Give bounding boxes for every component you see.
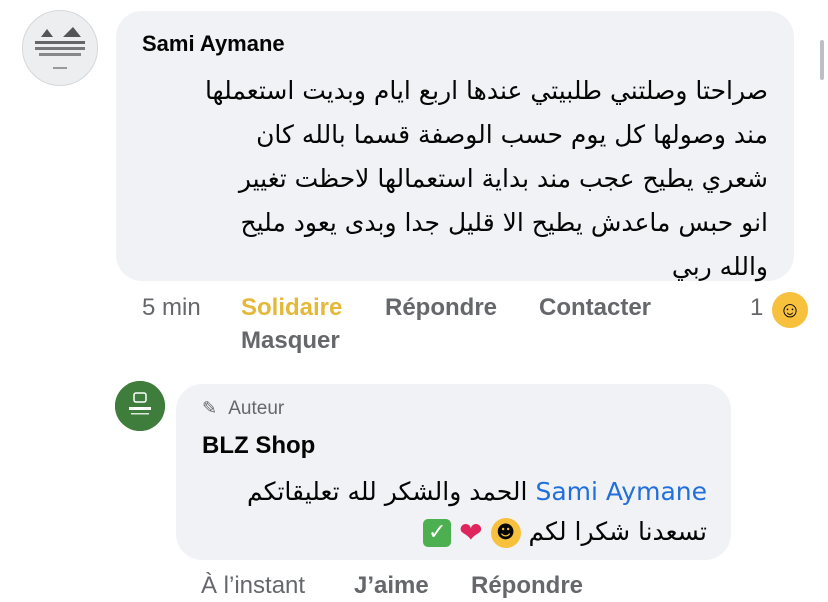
reply-button[interactable]: Répondre <box>385 294 497 322</box>
reply-text: Sami Aymane الحمد والشكر لله تعليقاتكم ت… <box>197 472 707 553</box>
pencil-icon: ✎ <box>202 398 218 418</box>
page-avatar[interactable] <box>115 381 165 431</box>
solidaire-reaction-button[interactable]: Solidaire <box>241 294 342 322</box>
contact-button[interactable]: Contacter <box>539 294 651 322</box>
hide-button[interactable]: Masquer <box>241 327 340 355</box>
comment-text-line: انو حبس ماعدش يطيح الا قليل جدا وبدى يعو… <box>240 208 769 237</box>
comment-text-line: والله ربي <box>671 252 768 281</box>
comment-text-line: شعري يطيح عجب مند بداية استعمالها لاحظت … <box>238 164 768 193</box>
reply-author-name[interactable]: BLZ Shop <box>202 432 315 460</box>
reply-text-line1: الحمد والشكر لله تعليقاتكم <box>247 477 528 506</box>
author-badge-label: Auteur <box>228 398 285 419</box>
reply-text-line: تسعدنا شكرا لكم ☻ ❤ ✓ <box>197 512 707 553</box>
reply-actions: À l’instant J’aime Répondre <box>0 570 828 602</box>
red-heart-icon: ❤ <box>459 516 483 549</box>
mention-link[interactable]: Sami Aymane <box>535 477 707 506</box>
hugging-face-icon: ☻ <box>490 518 521 548</box>
comment-author-name[interactable]: Sami Aymane <box>142 31 285 57</box>
reply-text-line2: تسعدنا شكرا لكم <box>528 517 707 546</box>
reaction-count[interactable]: 1 <box>750 294 763 322</box>
reply-text-line: Sami Aymane الحمد والشكر لله تعليقاتكم <box>197 472 707 512</box>
reply-bubble: ✎ Auteur BLZ Shop Sami Aymane الحمد والش… <box>176 384 731 560</box>
reply-timestamp[interactable]: À l’instant <box>201 572 305 600</box>
commenter-avatar[interactable] <box>22 10 98 86</box>
comment-text-line: صراحتا وصلتني طلبيتي عندها اربع ايام وبد… <box>204 76 768 105</box>
comment-text-line: مند وصولها كل يوم حسب الوصفة قسما بالله … <box>256 120 768 149</box>
like-button[interactable]: J’aime <box>354 572 429 600</box>
comment-text: صراحتا وصلتني طلبيتي عندها اربع ايام وبد… <box>128 69 768 289</box>
comment-actions: 5 min Solidaire Répondre Contacter Masqu… <box>0 290 828 362</box>
author-badge: ✎ Auteur <box>202 398 284 420</box>
check-mark-icon: ✓ <box>423 519 452 547</box>
care-emoji-icon[interactable]: ☺ <box>770 290 810 330</box>
commenter-avatar-image <box>23 11 97 85</box>
comment-bubble: Sami Aymane صراحتا وصلتني طلبيتي عندها ا… <box>116 11 794 281</box>
reply-reply-button[interactable]: Répondre <box>471 572 583 600</box>
scrollbar[interactable] <box>820 40 824 80</box>
comment-timestamp[interactable]: 5 min <box>142 294 201 322</box>
blz-shop-logo-icon <box>115 381 165 431</box>
